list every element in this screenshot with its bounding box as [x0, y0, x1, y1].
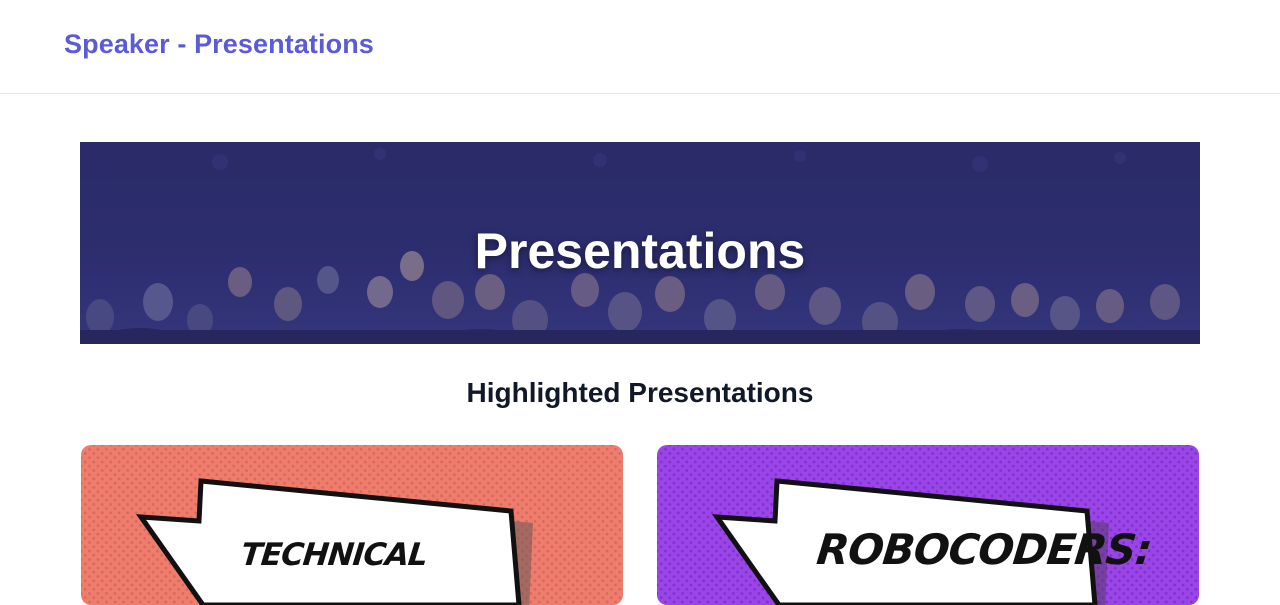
site-title-link[interactable]: Speaker - Presentations	[64, 29, 374, 60]
presentation-card-technical[interactable]: TECHNICAL	[81, 445, 623, 605]
highlighted-heading: Highlighted Presentations	[466, 377, 814, 408]
presentation-card-robocoders[interactable]: ROBOCODERS:	[657, 445, 1199, 605]
hero-banner: Presentations	[80, 142, 1200, 344]
site-header: Speaker - Presentations	[0, 0, 1280, 94]
comic-bubble-icon	[81, 445, 623, 605]
card-bubble-text: TECHNICAL	[239, 537, 429, 573]
card-bubble-text: ROBOCODERS:	[814, 525, 1154, 574]
hero-title: Presentations	[474, 223, 806, 279]
